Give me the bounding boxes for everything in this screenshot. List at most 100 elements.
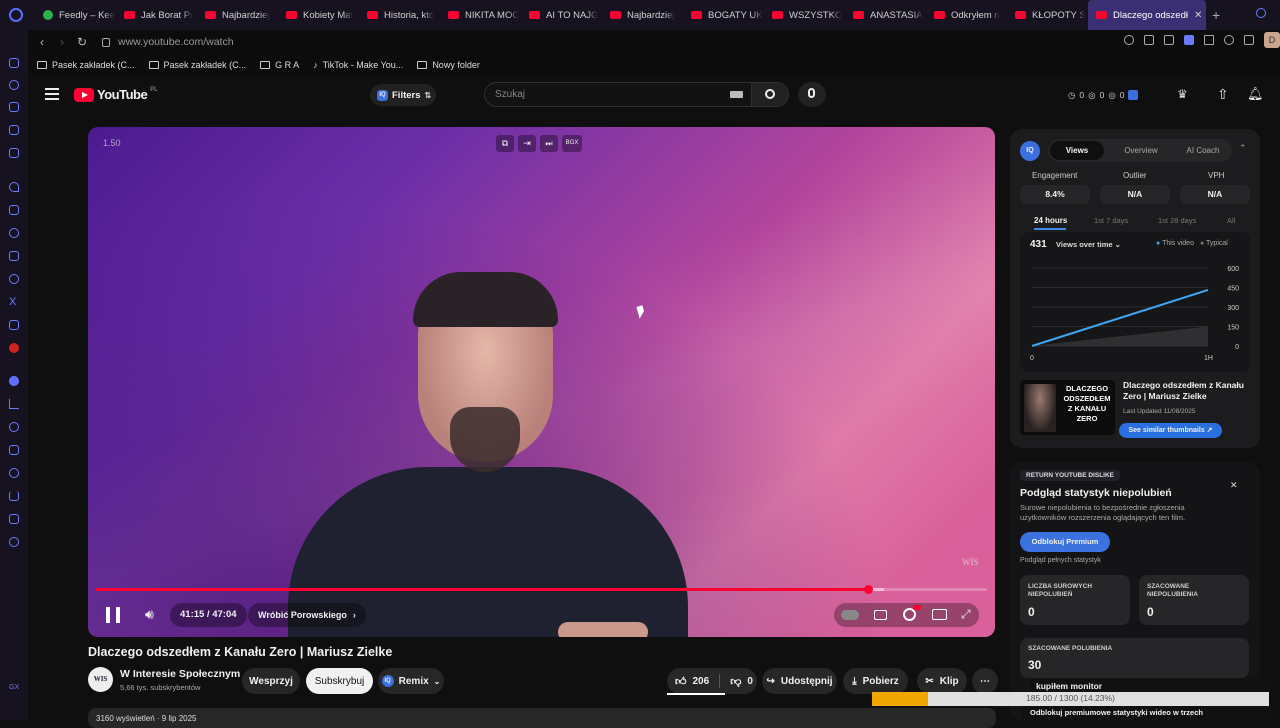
shield-icon[interactable]	[1184, 35, 1194, 45]
tab[interactable]: Odkryłem n	[926, 0, 1007, 30]
share-button[interactable]: ↪ Udostępnij	[762, 668, 837, 694]
search-input[interactable]: Szukaj	[484, 82, 752, 107]
close-icon[interactable]: ✕	[1230, 480, 1238, 491]
chapter-button[interactable]: Wróbić Porowskiego ›	[248, 603, 366, 627]
menu-icon[interactable]	[45, 88, 59, 100]
tab[interactable]: Jak Borat Pr	[116, 0, 197, 30]
whatsapp-icon[interactable]	[9, 274, 19, 284]
notifications-icon[interactable]: 🔔︎	[1247, 86, 1264, 102]
bookmark-folder[interactable]: G R A	[260, 60, 299, 70]
bookmark-folder[interactable]: Nowy folder	[417, 60, 480, 70]
skip-icon[interactable]: ⏭	[540, 135, 558, 152]
collapse-icon[interactable]: ⌃	[1239, 143, 1247, 154]
unlock-premium-button[interactable]: Odblokuj Premium	[1020, 532, 1110, 552]
tab-overview[interactable]: Overview	[1114, 141, 1168, 160]
discord-icon[interactable]	[9, 320, 19, 330]
thumbs-down-icon[interactable]: 👎︎	[730, 675, 741, 688]
thumbs-up-icon[interactable]: 👍︎	[675, 675, 687, 688]
support-button[interactable]: Wesprzyj	[242, 668, 300, 694]
opera-logo-icon[interactable]	[9, 8, 23, 22]
channel-name[interactable]: W Interesie Społecznym	[120, 668, 240, 680]
tab-views[interactable]: Views	[1050, 141, 1104, 160]
tab[interactable]: Najbardziej	[197, 0, 278, 30]
music-icon[interactable]	[9, 148, 19, 158]
tab[interactable]: Feedly – Kee	[35, 0, 116, 30]
search-button[interactable]	[751, 82, 789, 107]
tab[interactable]: NIKITA MOC	[440, 0, 521, 30]
tab[interactable]: BOGATY UK	[683, 0, 764, 30]
bookmarks-icon[interactable]	[9, 445, 19, 455]
subscribe-button[interactable]: Subskrybuj	[306, 668, 373, 694]
workspace-icon[interactable]	[9, 102, 19, 112]
trophy-icon[interactable]: ♛	[1177, 87, 1188, 101]
bookmark-link[interactable]: ♪ TikTok - Make You...	[313, 60, 403, 70]
heart-icon[interactable]	[9, 422, 19, 432]
spotify-icon[interactable]	[9, 376, 19, 386]
tab[interactable]: WSZYSTKO	[764, 0, 845, 30]
downloads-icon[interactable]	[9, 491, 19, 501]
tab[interactable]: ANASTASIA	[845, 0, 926, 30]
period-28d[interactable]: 1st 28 days	[1158, 216, 1196, 225]
new-tab-icon[interactable]: +	[1212, 7, 1220, 23]
pin-icon[interactable]	[1144, 35, 1154, 45]
gx-icon[interactable]: GX	[9, 684, 19, 691]
download-button[interactable]: ⤓ Pobierz	[843, 668, 908, 694]
settings-icon[interactable]	[9, 537, 19, 547]
forward-icon[interactable]: ›	[52, 35, 72, 49]
progress-knob[interactable]	[863, 585, 873, 594]
tab[interactable]: Najbardziej	[602, 0, 683, 30]
fullscreen-icon[interactable]: ⤢	[961, 607, 971, 622]
filters-button[interactable]: IQ Filters ⇅	[370, 84, 436, 106]
player-icon[interactable]	[9, 399, 19, 409]
zoom-icon[interactable]	[1124, 35, 1134, 45]
messenger-icon[interactable]	[9, 58, 19, 68]
tab[interactable]: KŁOPOTY S	[1007, 0, 1088, 30]
bgx-button[interactable]: BGX	[562, 135, 582, 152]
remix-button[interactable]: IQ Remix ⌄	[378, 668, 444, 694]
back-icon[interactable]: ‹	[32, 35, 52, 49]
search-tabs-icon[interactable]	[1256, 8, 1266, 18]
period-all[interactable]: All	[1227, 216, 1235, 225]
tab[interactable]: Historia, któ	[359, 0, 440, 30]
extensions-icon[interactable]	[1244, 35, 1254, 45]
voice-search-button[interactable]	[798, 82, 826, 107]
clip-button[interactable]: ✂ Klip	[917, 668, 967, 694]
theater-icon[interactable]	[932, 609, 947, 620]
similar-thumbnails-button[interactable]: See similar thumbnails ↗	[1119, 423, 1222, 438]
bookmark-folder[interactable]: Pasek zakładek (C...	[37, 60, 135, 70]
telegram-icon[interactable]	[9, 251, 19, 261]
clock-icon[interactable]	[9, 468, 19, 478]
description-box[interactable]: 3160 wyświetleń · 9 lip 2025	[88, 708, 996, 728]
youtube-logo[interactable]: YouTube PL	[74, 87, 158, 102]
aria-icon[interactable]	[9, 182, 19, 192]
extensions-icon[interactable]	[9, 514, 19, 524]
bookmark-folder[interactable]: Pasek zakładek (C...	[148, 60, 246, 70]
autoplay-toggle[interactable]	[841, 610, 859, 620]
history-icon[interactable]	[9, 80, 19, 90]
ublock-icon[interactable]	[9, 343, 19, 353]
play-icon[interactable]	[1204, 35, 1214, 45]
close-icon[interactable]: ✕	[1194, 10, 1202, 21]
url-field[interactable]: www.youtube.com/watch	[118, 36, 234, 48]
profile-avatar[interactable]: D	[1264, 32, 1280, 48]
heart-icon[interactable]	[1224, 35, 1234, 45]
pip-icon[interactable]: ⧉	[496, 135, 514, 152]
views-dropdown[interactable]: Views over time ⌄	[1056, 240, 1121, 249]
x-icon[interactable]: X	[9, 297, 19, 308]
reload-icon[interactable]: ↻	[72, 35, 92, 49]
messenger-chat-icon[interactable]	[9, 228, 19, 238]
period-24h[interactable]: 24 hours	[1034, 216, 1067, 225]
subtitles-icon[interactable]	[874, 610, 887, 620]
volume-icon[interactable]: 🔊︎	[145, 606, 154, 623]
login-icon[interactable]: ⇥	[518, 135, 536, 152]
tab-ai-coach[interactable]: AI Coach	[1176, 141, 1230, 160]
snapshot-icon[interactable]	[1164, 35, 1174, 45]
twitch-icon[interactable]	[9, 205, 19, 215]
period-7d[interactable]: 1st 7 days	[1094, 216, 1128, 225]
progress-track[interactable]	[96, 585, 987, 594]
tab[interactable]: AI TO NAJG	[521, 0, 602, 30]
channel-avatar[interactable]: WIS	[88, 667, 113, 692]
upload-icon[interactable]: ⇧	[1217, 86, 1229, 103]
wallet-icon[interactable]	[9, 125, 19, 135]
video-player[interactable]: 1.50 ⧉ ⇥ ⏭ BGX WIS 🔊︎ 41:15 / 47:04 Wrób…	[88, 127, 995, 637]
